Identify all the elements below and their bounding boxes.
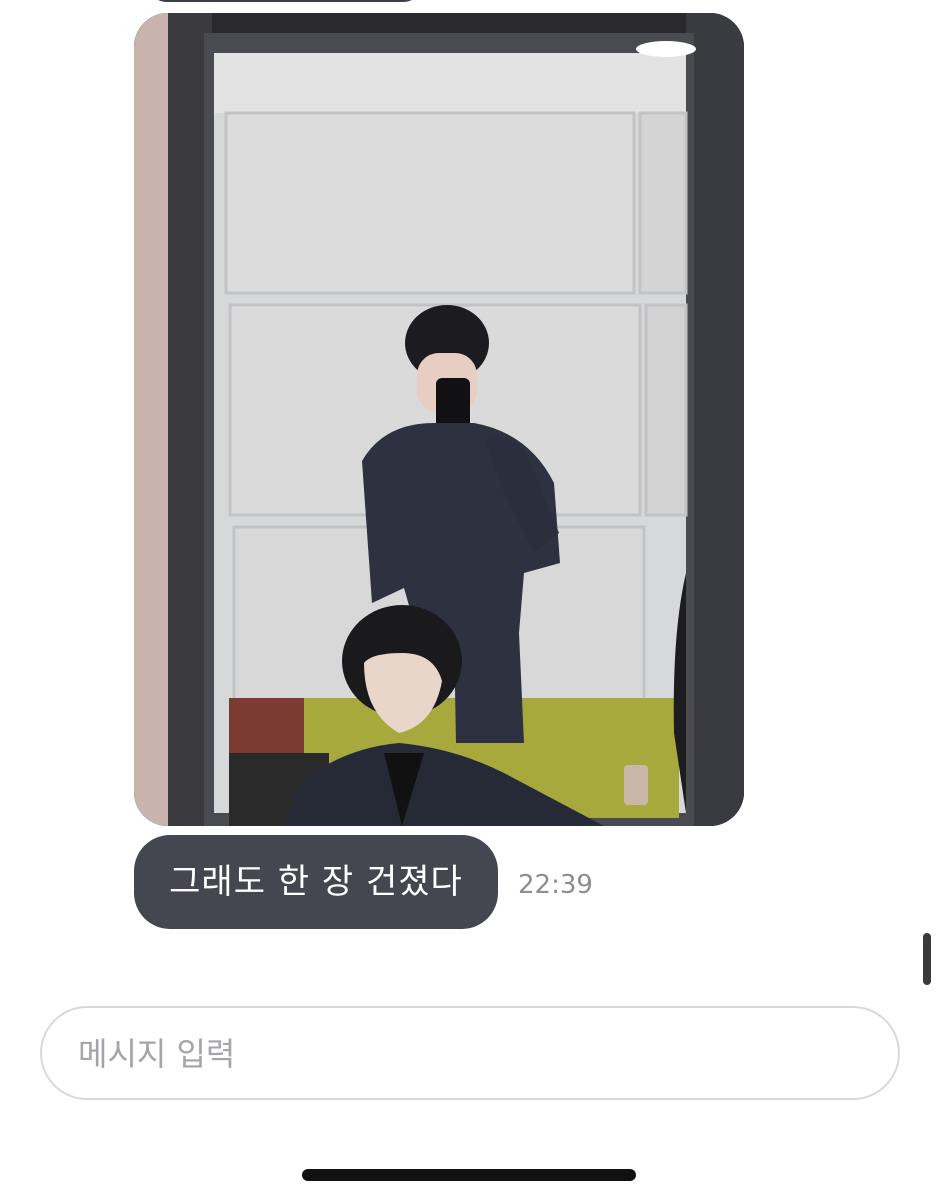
previous-message-bubble [150, 0, 420, 2]
message-timestamp: 22:39 [518, 870, 593, 900]
message-input[interactable] [76, 1026, 860, 1082]
message-bubble[interactable]: 그래도 한 장 건졌다 [134, 835, 498, 929]
chat-screen: 그래도 한 장 건졌다 22:39 [0, 0, 938, 1200]
photo-image [134, 13, 744, 826]
home-indicator[interactable] [302, 1169, 636, 1181]
message-composer[interactable] [40, 1006, 900, 1100]
photo-message[interactable] [134, 13, 744, 826]
scroll-indicator[interactable] [923, 933, 931, 985]
